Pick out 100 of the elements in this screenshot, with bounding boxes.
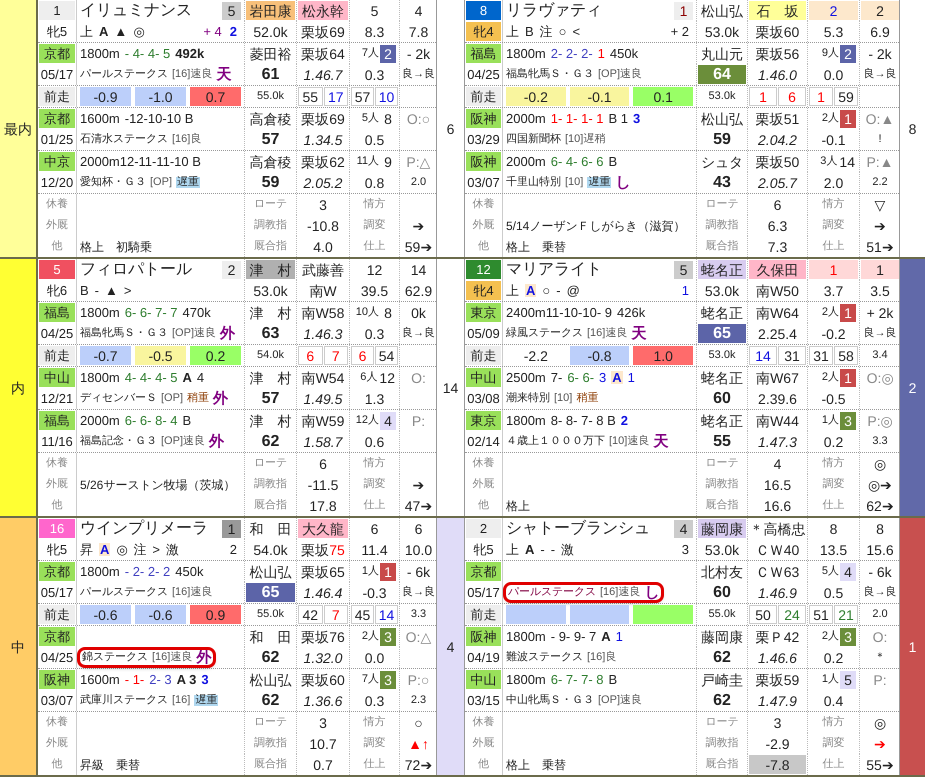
row-label: 03/15 — [466, 692, 501, 710]
table-cell-text: 10.7 — [308, 734, 338, 753]
margin-value: 0.1 — [633, 87, 694, 106]
finish-position: 3 — [380, 670, 396, 688]
row-label: 他 — [50, 498, 64, 513]
table-cell-text: 1.46.9 — [757, 584, 798, 602]
table-cell-text: 6.3 — [766, 216, 788, 235]
pair-box: 45 — [351, 605, 374, 624]
table-cell-text: 1.34.5 — [302, 130, 344, 149]
table-cell: 1 — [861, 260, 899, 279]
finish-position: 12 — [378, 368, 396, 386]
table-cell-text: 5 — [370, 2, 380, 20]
popularity: 5人 — [822, 566, 839, 577]
row-label: 福島 — [39, 411, 75, 430]
table-cell-text: 仕上 — [362, 498, 386, 513]
table-cell-text: 情方 — [821, 714, 846, 730]
margin-value: -2.2 — [522, 346, 549, 365]
table-cell-text: -10.8 — [306, 216, 340, 235]
table-cell-text: 仕上 — [822, 239, 846, 254]
row-label: 前走 — [466, 346, 501, 365]
popularity: 9人 — [822, 48, 839, 59]
pair-box: 10 — [375, 87, 398, 106]
table-cell-text: 55.0k — [256, 89, 285, 104]
table-cell-text: - 2k — [867, 44, 893, 63]
table-cell-text: 仕上 — [362, 239, 386, 254]
row-label: 8 — [466, 1, 501, 20]
table-cell-text: 栗坂75 — [300, 540, 346, 559]
finish-position: 8 — [383, 110, 393, 128]
row-label: 5 — [39, 260, 75, 279]
race-line: 2500m 7- 6- 6- 3 A 1 — [506, 371, 635, 384]
margin-value: -0.8 — [570, 346, 630, 365]
margin-value: -0.1 — [570, 87, 630, 106]
number-badge: 1 — [674, 2, 693, 20]
table-cell-text: 栗坂50 — [754, 152, 800, 171]
table-cell-text: ➔ — [873, 216, 887, 235]
table-cell-text: 8 — [875, 520, 885, 538]
form-marks: 上 B 注 ○ < — [506, 25, 580, 38]
table-cell-text: 62➔ — [865, 496, 895, 515]
race-name: 武庫川ステークス [16] 遅重 — [80, 695, 218, 706]
table-cell-text: 栗坂76 — [300, 628, 346, 646]
row-label: 牝5 — [46, 23, 68, 41]
race-line: 2000m12-11-11-10 B — [80, 155, 201, 168]
row-label: 外厩 — [472, 477, 496, 492]
pair-box: 50 — [749, 605, 777, 624]
note-text: 格上 — [506, 500, 530, 512]
pair-box: 59 — [834, 87, 858, 106]
table-cell-text: 仕上 — [822, 498, 846, 513]
table-cell-text: 4.0 — [312, 238, 334, 256]
table-cell-text: 藤岡康 — [700, 628, 744, 646]
table-cell-text: 南W58 — [300, 304, 346, 322]
finish-position: 1 — [380, 562, 396, 580]
table-cell-text: 2.2 — [871, 175, 889, 190]
table-cell-text: 1.46.6 — [757, 648, 798, 667]
row-label: 京都 — [39, 562, 75, 581]
finish-position: 2 — [840, 44, 856, 62]
table-cell-text: 57 — [260, 389, 280, 408]
row-label: 03/07 — [466, 174, 501, 192]
table-cell-text: 52.0k — [252, 22, 289, 41]
row-label: 京都 — [466, 562, 501, 581]
table-cell-text: 61 — [260, 65, 280, 84]
table-cell-text: 0.2 — [822, 648, 844, 667]
row-label: 牝4 — [466, 281, 501, 300]
table-cell-text: 62 — [260, 648, 280, 667]
table-cell-text: ◎ — [873, 454, 887, 473]
table-cell-text: 蛯名正 — [700, 412, 744, 430]
pair-box: 7 — [324, 346, 348, 365]
table-cell-text: P: — [410, 412, 426, 430]
gate-number: 8 — [908, 120, 918, 138]
finish-position: 3 — [840, 412, 856, 430]
table-cell-text: 2.05.2 — [302, 174, 344, 192]
table-cell-text: ローテ — [253, 715, 288, 730]
table-cell-text: 0.0 — [364, 648, 386, 667]
table-cell-text: 厩合指 — [704, 239, 740, 254]
table-cell-text: 0.8 — [364, 174, 386, 192]
table-cell-text: 11.4 — [360, 540, 389, 559]
form-marks: 上 A ▲ ◎ — [80, 25, 144, 38]
table-cell-text: 1.46.7 — [302, 66, 344, 84]
margin-value: -0.9 — [80, 87, 131, 106]
table-cell: -7.8 — [749, 755, 806, 774]
row-label: 前走 — [39, 346, 75, 365]
popularity: 7人 — [362, 674, 379, 685]
table-cell-text: ○ — [413, 714, 424, 732]
table-cell-text: 厩合指 — [704, 498, 740, 513]
note-text: 格上 乗替 — [506, 240, 566, 252]
table-cell-text: 良→良 — [862, 584, 898, 600]
horse-name: フィロパトール — [80, 262, 192, 278]
note-text: 5/26サーストン牧場（茨城） — [80, 478, 236, 490]
row-label: 12/21 — [40, 390, 74, 408]
table-cell-text: 栗坂64 — [300, 44, 346, 63]
table-cell-text: 3.4 — [871, 348, 889, 363]
table-cell-text: 1.58.7 — [302, 432, 344, 451]
table-cell-text: 松山弘 — [248, 670, 292, 689]
table-cell: 久保田 — [749, 260, 806, 279]
row-label: 阪神 — [39, 670, 75, 689]
row-label: 02/14 — [466, 433, 501, 451]
table-cell-text: + 2k — [866, 304, 894, 322]
table-cell-text: 2.3 — [410, 693, 428, 708]
table-cell-text: 62 — [260, 691, 280, 710]
race-name: 難波ステークス [16]良 — [506, 652, 616, 663]
number-badge: 2 — [222, 260, 241, 278]
